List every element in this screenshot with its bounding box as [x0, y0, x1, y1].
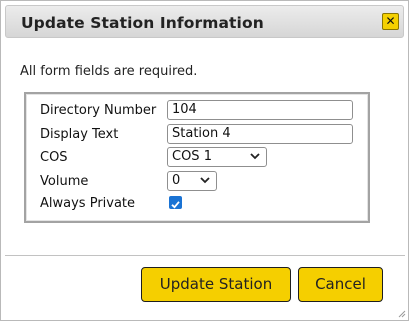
- dialog-titlebar[interactable]: Update Station Information ✕: [5, 5, 404, 38]
- volume-label: Volume: [40, 174, 89, 189]
- volume-select[interactable]: 0: [167, 171, 217, 191]
- required-notice: All form fields are required.: [20, 64, 198, 79]
- update-station-dialog: Update Station Information ✕ All form fi…: [0, 0, 409, 321]
- footer-divider: [5, 255, 405, 256]
- directory-number-input[interactable]: 104: [167, 100, 353, 120]
- volume-select-value: 0: [172, 173, 181, 188]
- display-text-label: Display Text: [40, 127, 119, 142]
- always-private-label: Always Private: [40, 196, 136, 211]
- close-icon: ✕: [385, 14, 396, 28]
- cos-select[interactable]: COS 1: [167, 147, 267, 167]
- cancel-button[interactable]: Cancel: [298, 267, 383, 302]
- update-station-button[interactable]: Update Station: [141, 267, 291, 302]
- checkmark-icon: [171, 201, 180, 209]
- chevron-down-icon: [200, 177, 210, 184]
- resize-grip-icon[interactable]: [397, 309, 406, 318]
- cos-select-value: COS 1: [172, 149, 212, 164]
- station-form-fieldset: Directory Number 104 Display Text Statio…: [24, 92, 370, 223]
- always-private-checkbox[interactable]: [169, 196, 182, 209]
- close-button[interactable]: ✕: [382, 13, 399, 30]
- dialog-title: Update Station Information: [21, 14, 264, 32]
- display-text-input[interactable]: Station 4: [167, 124, 353, 144]
- directory-number-label: Directory Number: [40, 103, 157, 118]
- chevron-down-icon: [250, 153, 260, 160]
- cos-label: COS: [40, 150, 68, 165]
